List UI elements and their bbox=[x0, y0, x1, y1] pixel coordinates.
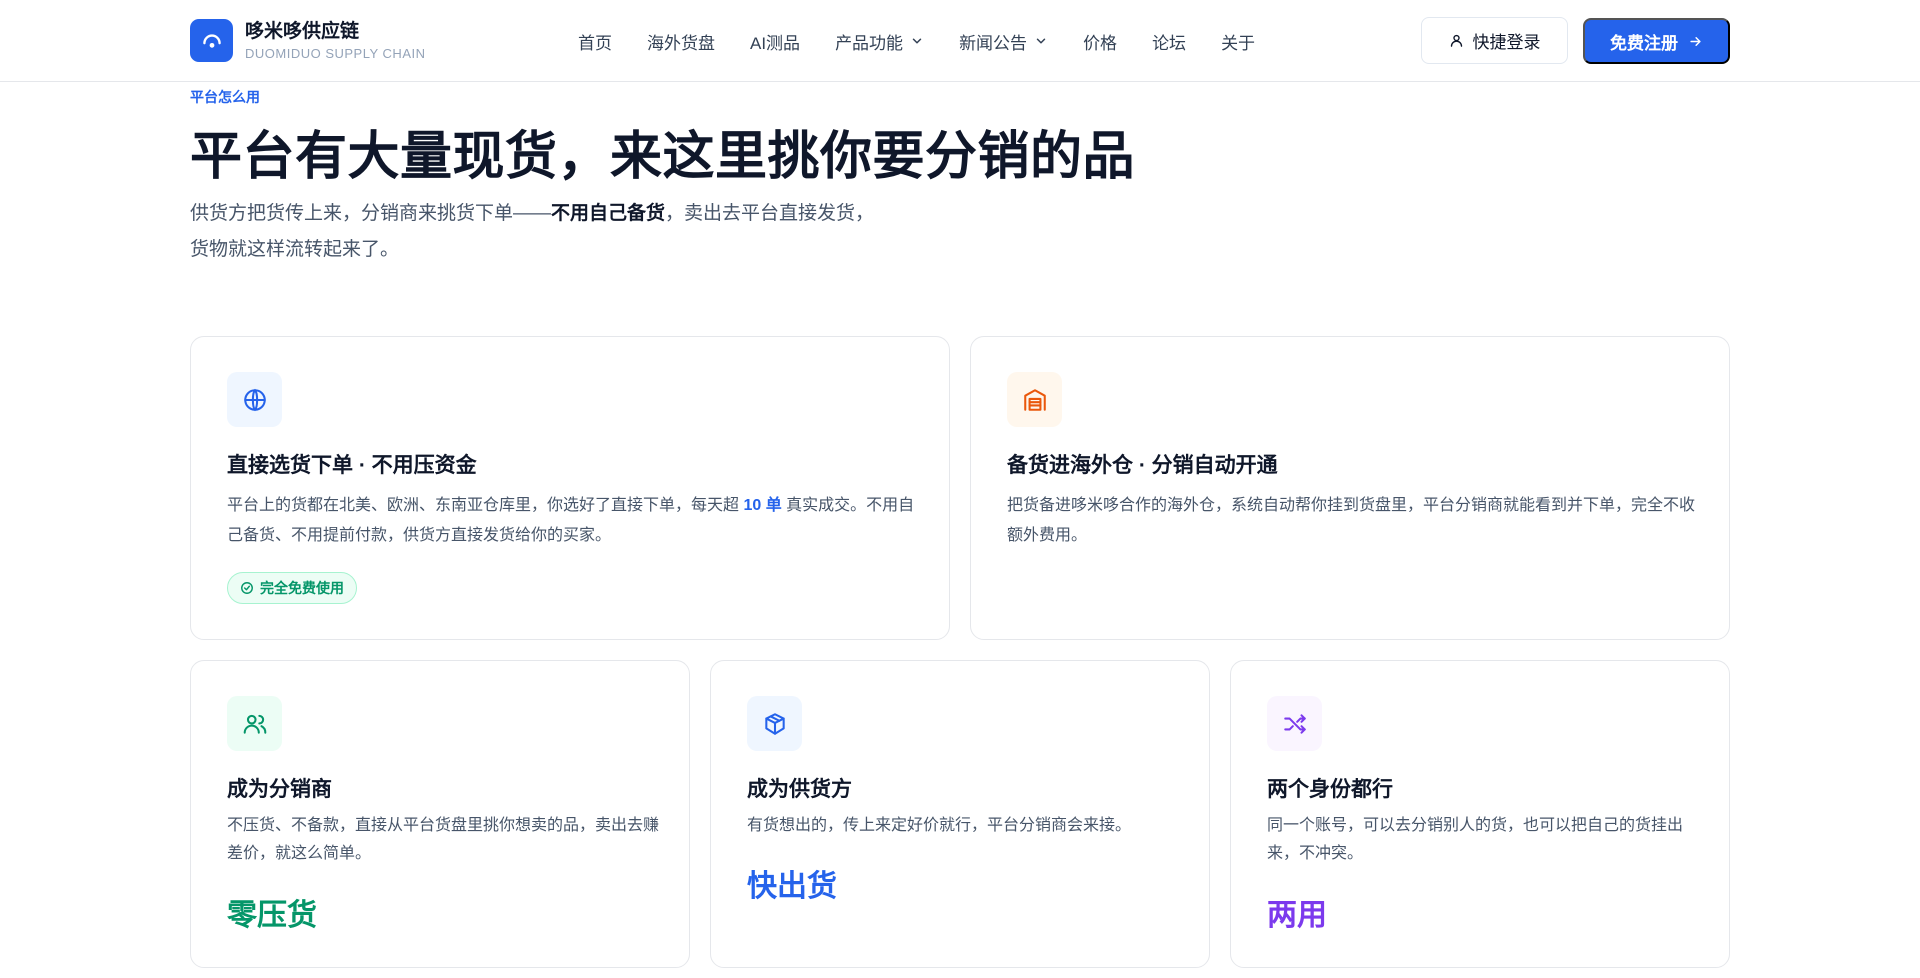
free-register-label: 免费注册 bbox=[1610, 33, 1678, 53]
nav-item-label: 论坛 bbox=[1152, 33, 1187, 53]
nav-item-overseas-catalog[interactable]: 海外货盘 bbox=[647, 29, 715, 54]
nav-item-label: AI测品 bbox=[750, 33, 801, 53]
lead-text-bold: 不用自己备货 bbox=[551, 203, 666, 224]
chevron-down-icon bbox=[1036, 38, 1046, 44]
role-card-supplier: 成为供货方 有货想出的，传上来定好价就行，平台分销商会来接。 快出货 bbox=[710, 660, 1210, 968]
role-card-distributor: 成为分销商 不压货、不备款，直接从平台货盘里挑你想卖的品，卖出去赚差价，就这么简… bbox=[190, 660, 690, 968]
quick-login-label: 快捷登录 bbox=[1472, 33, 1541, 52]
nav-item-label: 价格 bbox=[1083, 33, 1118, 53]
brand-logo-link[interactable]: 哆米哆供应链 DUOMIDUO SUPPLY CHAIN bbox=[190, 19, 426, 62]
card-description: 不压货、不备款，直接从平台货盘里挑你想卖的品，卖出去赚差价，就这么简单。 bbox=[227, 817, 660, 862]
nav-item-label: 海外货盘 bbox=[647, 33, 715, 53]
free-use-badge: 完全免费使用 bbox=[227, 572, 357, 604]
users-icon bbox=[227, 696, 282, 751]
card-stat: 两用 bbox=[1267, 899, 1327, 932]
role-card-both: 两个身份都行 同一个账号，可以去分销别人的货，也可以把自己的货挂出来，不冲突。 … bbox=[1230, 660, 1730, 968]
card-stat: 零压货 bbox=[227, 899, 317, 932]
card-title: 直接选货下单 · 不用压资金 bbox=[227, 454, 477, 477]
feature-card-direct-order: 直接选货下单 · 不用压资金 平台上的货都在北美、欧洲、东南亚仓库里，你选好了直… bbox=[190, 336, 950, 640]
badge-label: 完全免费使用 bbox=[260, 580, 344, 596]
user-icon bbox=[1450, 34, 1462, 47]
card-description: 平台上的货都在北美、欧洲、东南亚仓库里，你选好了直接下单，每天超 10 单 真实… bbox=[227, 491, 917, 551]
nav-item-ai-testing[interactable]: AI测品 bbox=[750, 29, 800, 54]
site-header: 哆米哆供应链 DUOMIDUO SUPPLY CHAIN 首页 海外货盘 AI测… bbox=[0, 0, 1920, 82]
card-title: 备货进海外仓 · 分销自动开通 bbox=[1007, 454, 1278, 477]
lead-text-before: 供货方把货传上来，分销商来挑货下单—— bbox=[190, 203, 552, 224]
chevron-down-icon bbox=[912, 38, 922, 44]
arrow-right-icon bbox=[1690, 36, 1701, 46]
brand-subtitle: DUOMIDUO SUPPLY CHAIN bbox=[245, 45, 426, 61]
section-eyebrow: 平台怎么用 bbox=[190, 89, 260, 105]
card-description: 把货备进哆米哆合作的海外仓，系统自动帮你挂到货盘里，平台分销商就能看到并下单，完… bbox=[1007, 497, 1696, 544]
nav-item-label: 首页 bbox=[578, 33, 612, 53]
warehouse-icon bbox=[1007, 372, 1062, 427]
card-description: 有货想出的，传上来定好价就行，平台分销商会来接。 bbox=[747, 817, 1132, 834]
brand-name: 哆米哆供应链 bbox=[245, 20, 360, 42]
card-desc-highlight: 10 单 bbox=[743, 497, 782, 514]
check-circle-icon bbox=[241, 582, 253, 594]
nav-item-forum[interactable]: 论坛 bbox=[1152, 29, 1186, 54]
nav-item-label: 新闻公告 bbox=[959, 33, 1028, 53]
section-headline: 平台有大量现货，来这里挑你要分销的品 bbox=[190, 128, 1136, 186]
nav-item-features[interactable]: 产品功能 bbox=[835, 29, 924, 54]
card-title: 成为供货方 bbox=[747, 778, 852, 801]
nav-item-about[interactable]: 关于 bbox=[1221, 29, 1255, 54]
brand-logo-icon bbox=[190, 19, 233, 62]
package-icon bbox=[747, 696, 802, 751]
card-title: 两个身份都行 bbox=[1267, 778, 1393, 801]
main-nav: 首页 海外货盘 AI测品 产品功能 新闻公告 价格 论坛 关于 bbox=[578, 0, 1290, 82]
quick-login-button[interactable]: 快捷登录 bbox=[1421, 17, 1568, 64]
card-desc-before: 平台上的货都在北美、欧洲、东南亚仓库里，你选好了直接下单，每天超 bbox=[227, 497, 744, 514]
nav-item-home[interactable]: 首页 bbox=[578, 29, 612, 54]
free-register-button[interactable]: 免费注册 bbox=[1583, 18, 1730, 64]
section-lead: 供货方把货传上来，分销商来挑货下单——不用自己备货，卖出去平台直接发货，货物就这… bbox=[190, 196, 890, 268]
nav-item-label: 产品功能 bbox=[835, 33, 904, 53]
nav-item-pricing[interactable]: 价格 bbox=[1083, 29, 1117, 54]
card-stat: 快出货 bbox=[747, 870, 837, 903]
globe-icon bbox=[227, 372, 282, 427]
nav-item-label: 关于 bbox=[1221, 33, 1256, 53]
card-description: 同一个账号，可以去分销别人的货，也可以把自己的货挂出来，不冲突。 bbox=[1267, 817, 1684, 862]
shuffle-icon bbox=[1267, 696, 1322, 751]
feature-card-overseas-warehouse: 备货进海外仓 · 分销自动开通 把货备进哆米哆合作的海外仓，系统自动帮你挂到货盘… bbox=[970, 336, 1730, 640]
card-title: 成为分销商 bbox=[227, 778, 332, 801]
nav-item-news[interactable]: 新闻公告 bbox=[959, 29, 1048, 54]
